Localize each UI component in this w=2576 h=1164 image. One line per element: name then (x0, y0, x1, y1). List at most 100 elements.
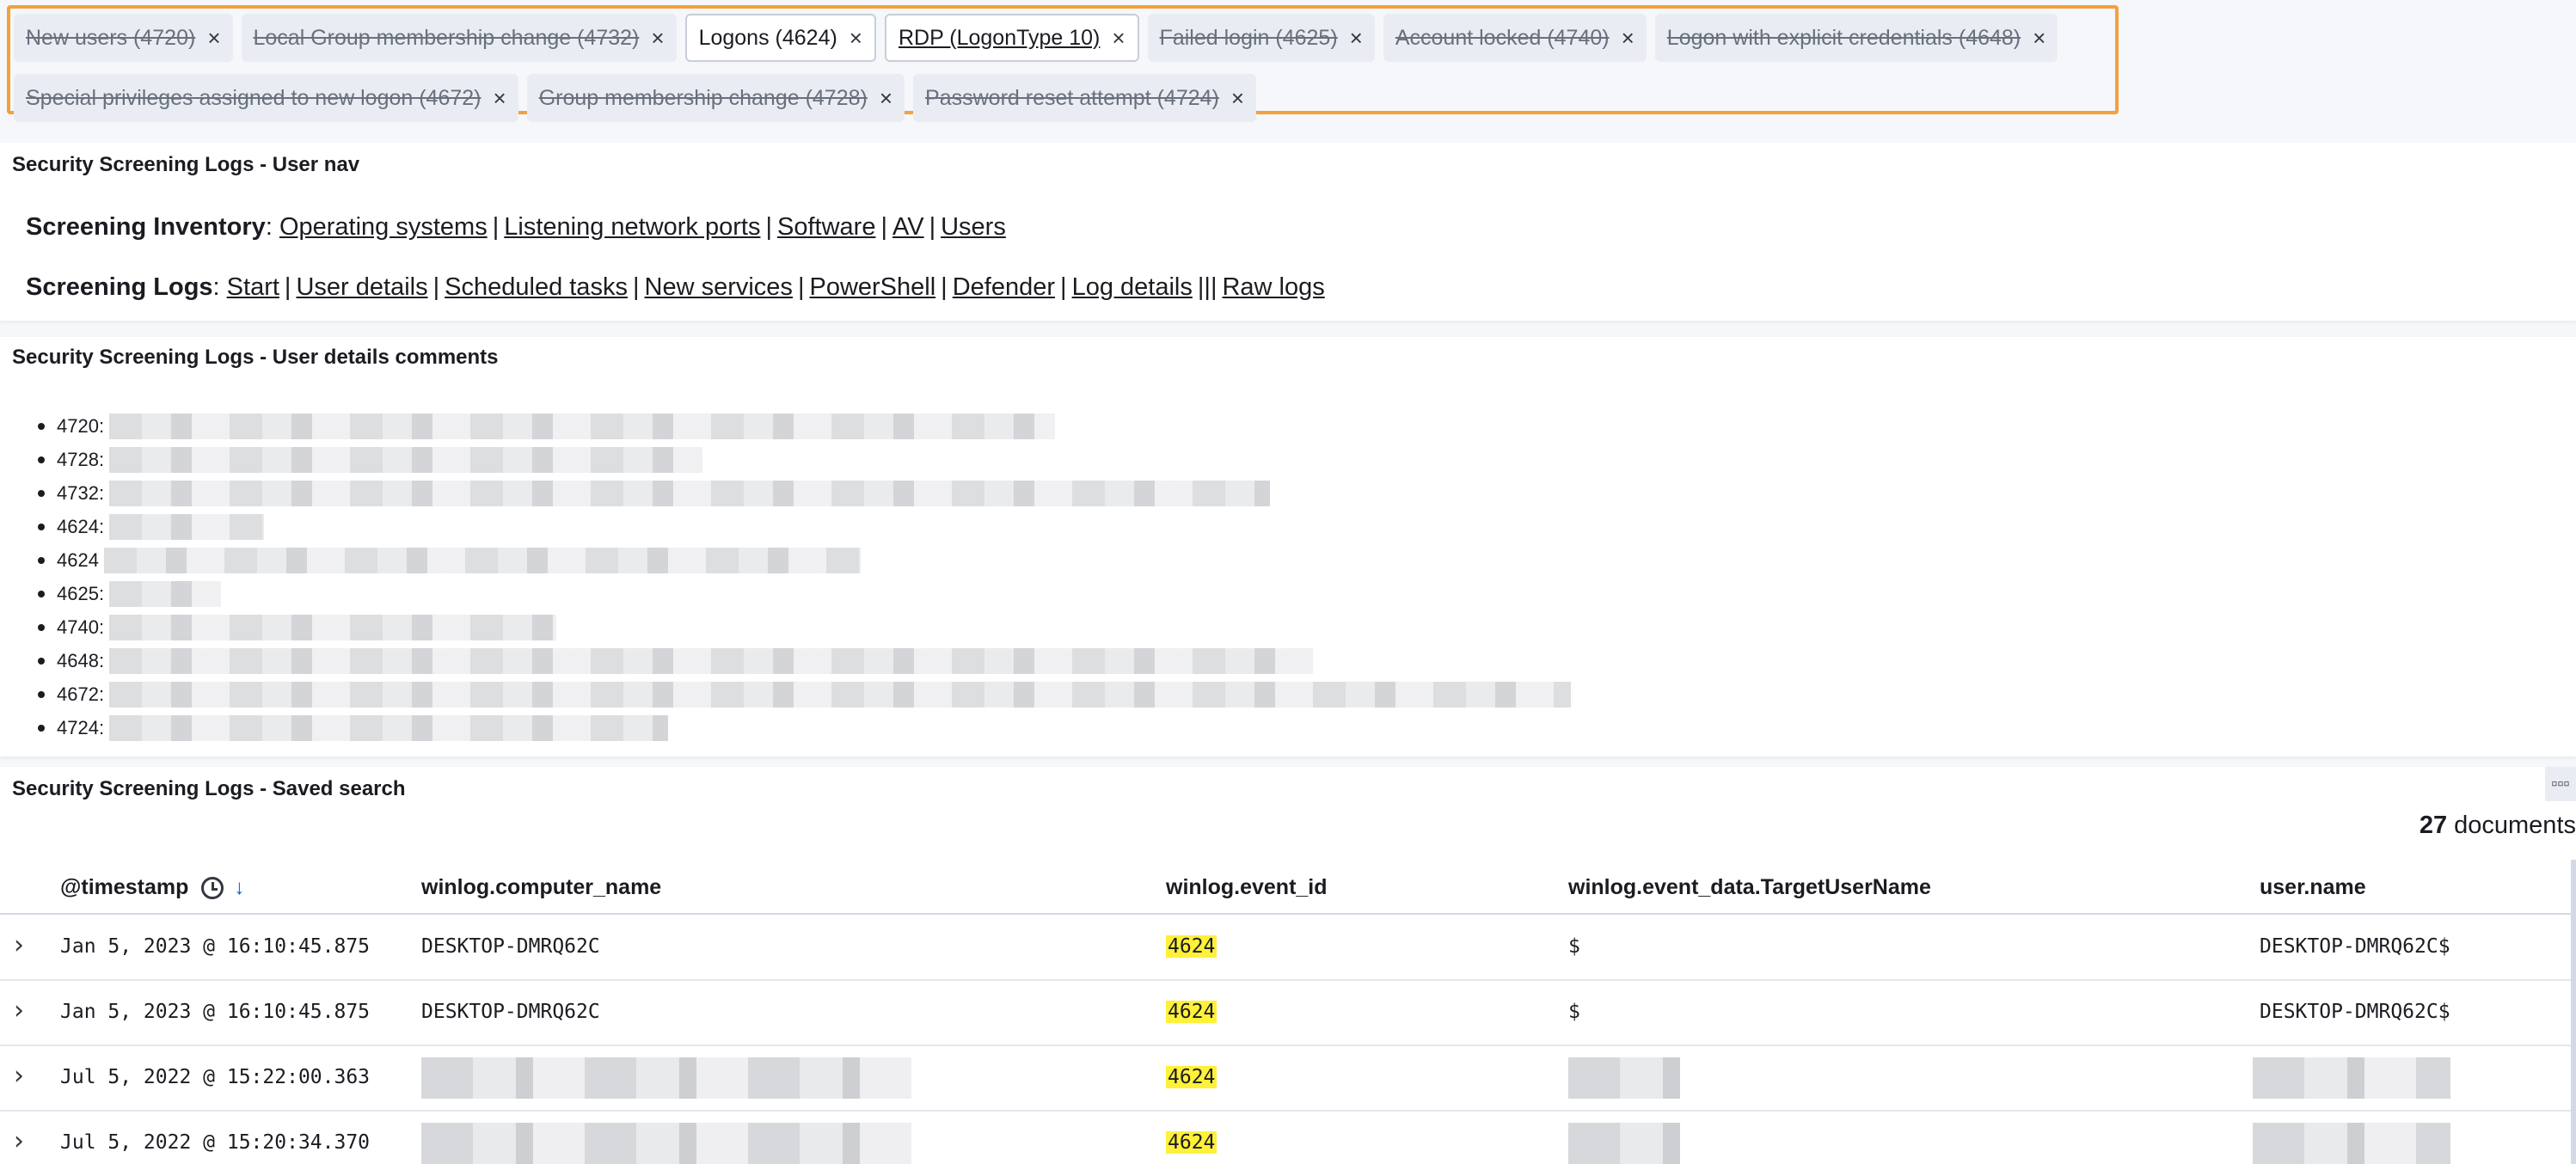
redacted-text (109, 647, 1314, 674)
list-item: 4625: (38, 577, 1571, 610)
comments-panel: Security Screening Logs - User details c… (0, 337, 2576, 757)
filter-pill-rdp[interactable]: RDP (LogonType 10) × (884, 14, 1139, 62)
filter-pill-account-locked[interactable]: Account locked (4740) × (1383, 14, 1647, 62)
close-icon[interactable]: × (849, 27, 862, 49)
filter-pill-group-membership[interactable]: Group membership change (4728) × (526, 74, 905, 122)
cell-target-user: $ (1568, 1001, 1580, 1023)
list-item: 4624: (38, 510, 1571, 543)
nav-link-software[interactable]: Software (777, 213, 875, 241)
panel-title: Security Screening Logs - User nav (12, 153, 360, 176)
close-icon[interactable]: × (494, 87, 506, 109)
nav-link-raw-logs[interactable]: Raw logs (1222, 273, 1324, 301)
close-icon[interactable]: × (207, 27, 220, 49)
cell-user: DESKTOP-DMRQ62C$ (2260, 1001, 2450, 1023)
filter-pill-label[interactable]: Logon with explicit credentials (4648) (1667, 26, 2021, 51)
column-header-user[interactable]: user.name (2260, 875, 2366, 900)
filter-pill-label[interactable]: New users (4720) (26, 26, 195, 51)
cell-event-id: 4624 (1166, 1001, 1217, 1023)
arrow-down-icon[interactable]: ↓ (234, 876, 244, 900)
close-icon[interactable]: × (651, 27, 664, 49)
redacted-cell (421, 1057, 911, 1099)
cell-timestamp: Jul 5, 2022 @ 15:20:34.370 (60, 1131, 371, 1154)
comment-list: 4720: 4728: 4732: 4624: 4624 4625: 4740:… (38, 409, 1572, 744)
table-header: @timestamp ↓ winlog.computer_name winlog… (0, 863, 2576, 915)
ellipsis-icon[interactable]: ▫▫▫ (2545, 767, 2576, 801)
column-header-event-id[interactable]: winlog.event_id (1166, 875, 1328, 900)
nav-link-start[interactable]: Start (227, 273, 279, 301)
list-item: 4740: (38, 610, 1571, 644)
chevron-right-icon[interactable]: › (14, 930, 24, 960)
nav-link-new-services[interactable]: New services (645, 273, 793, 301)
cell-event-id: 4624 (1166, 935, 1217, 958)
redacted-text (109, 413, 1056, 439)
list-item: 4732: (38, 476, 1571, 510)
filter-pill-label[interactable]: Password reset attempt (4724) (925, 86, 1219, 111)
logs-heading: Screening Logs (26, 273, 213, 301)
cell-event-id: 4624 (1166, 1066, 1217, 1088)
nav-link-av[interactable]: AV (892, 213, 924, 241)
list-item: 4720: (38, 409, 1571, 443)
filter-pill-label[interactable]: Special privileges assigned to new logon… (26, 86, 481, 111)
close-icon[interactable]: × (1622, 27, 1635, 49)
panel-title: Security Screening Logs - User details c… (12, 346, 499, 369)
filter-pill-local-group-change[interactable]: Local Group membership change (4732) × (241, 14, 677, 62)
inventory-nav: Screening Inventory: Operating systems | L… (26, 213, 1006, 241)
cell-timestamp: Jul 5, 2022 @ 15:22:00.363 (60, 1066, 371, 1088)
redacted-text (109, 580, 222, 607)
cell-timestamp: Jan 5, 2023 @ 16:10:45.875 (60, 1001, 371, 1023)
redacted-text (103, 547, 861, 573)
logs-nav: Screening Logs: Start | User details | Sched… (26, 273, 1325, 301)
nav-link-log-details[interactable]: Log details (1072, 273, 1193, 301)
nav-link-operating-systems[interactable]: Operating systems (279, 213, 488, 241)
close-icon[interactable]: × (880, 87, 892, 109)
filter-pill-explicit-credentials[interactable]: Logon with explicit credentials (4648) × (1654, 14, 2058, 62)
nav-link-defender[interactable]: Defender (953, 273, 1055, 301)
cell-event-id: 4624 (1166, 1131, 1217, 1154)
close-icon[interactable]: × (1350, 27, 1363, 49)
nav-link-user-details[interactable]: User details (296, 273, 427, 301)
close-icon[interactable]: × (2033, 27, 2045, 49)
filter-pill-label[interactable]: Failed login (4625) (1160, 26, 1338, 51)
chevron-right-icon[interactable]: › (14, 996, 24, 1026)
redacted-cell (1568, 1057, 1680, 1099)
filter-pill-label[interactable]: Account locked (4740) (1395, 26, 1610, 51)
nav-link-scheduled-tasks[interactable]: Scheduled tasks (445, 273, 628, 301)
list-item: 4672: (38, 677, 1572, 711)
redacted-cell (2253, 1123, 2450, 1164)
chevron-right-icon[interactable]: › (14, 1126, 24, 1156)
nav-link-powershell[interactable]: PowerShell (809, 273, 935, 301)
extra-separator: || (1204, 273, 1217, 301)
filter-pill-label[interactable]: Local Group membership change (4732) (254, 26, 640, 51)
list-item: 4648: (38, 644, 1571, 677)
nav-link-users[interactable]: Users (941, 213, 1006, 241)
list-item: 4724: (38, 711, 1571, 744)
column-header-timestamp[interactable]: @timestamp ↓ (60, 875, 244, 900)
filter-row-2: Special privileges assigned to new logon… (14, 74, 2115, 122)
table-row: › Jul 5, 2022 @ 15:20:34.370 4624 (0, 1112, 2576, 1164)
filter-pill-logons[interactable]: Logons (4624) × (684, 14, 876, 62)
filter-pill-failed-login[interactable]: Failed login (4625) × (1147, 14, 1375, 62)
list-item: 4624 (38, 543, 1571, 577)
list-item: 4728: (38, 443, 1571, 476)
table-row: › Jan 5, 2023 @ 16:10:45.875 DESKTOP-DMR… (0, 982, 2576, 1046)
filter-pill-label[interactable]: Logons (4624) (699, 26, 837, 51)
filter-pill-new-users[interactable]: New users (4720) × (14, 14, 233, 62)
close-icon[interactable]: × (1112, 27, 1125, 49)
clock-icon[interactable] (201, 877, 224, 900)
column-header-computer[interactable]: winlog.computer_name (421, 875, 661, 900)
table-row: › Jan 5, 2023 @ 16:10:45.875 DESKTOP-DMR… (0, 916, 2576, 981)
filter-pill-special-privileges[interactable]: Special privileges assigned to new logon… (14, 74, 518, 122)
filter-pill-password-reset[interactable]: Password reset attempt (4724) × (913, 74, 1257, 122)
filter-pill-label[interactable]: Group membership change (4728) (539, 86, 868, 111)
column-header-target-user[interactable]: winlog.event_data.TargetUserName (1568, 875, 1931, 900)
close-icon[interactable]: × (1231, 87, 1244, 109)
redacted-text (109, 614, 557, 640)
saved-search-panel: Security Screening Logs - Saved search ▫… (0, 767, 2576, 1164)
redacted-text (109, 513, 265, 540)
filter-bar: New users (4720) × Local Group membershi… (7, 5, 2119, 122)
scrollbar[interactable] (2571, 860, 2576, 1164)
redacted-text (109, 681, 1572, 708)
filter-pill-label[interactable]: RDP (LogonType 10) (899, 26, 1100, 51)
chevron-right-icon[interactable]: › (14, 1061, 24, 1091)
nav-link-listening-ports[interactable]: Listening network ports (504, 213, 760, 241)
